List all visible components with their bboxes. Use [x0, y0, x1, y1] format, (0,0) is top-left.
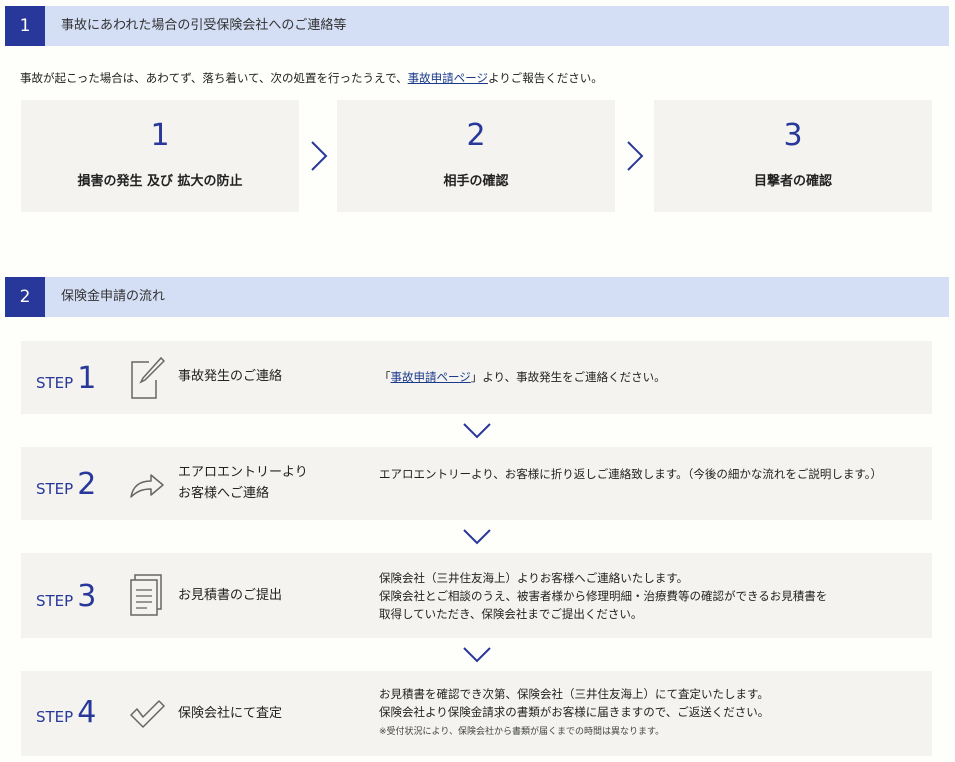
step-title: 事故発生のご連絡 [178, 369, 283, 384]
action-box-2: 2 相手の確認 [337, 100, 615, 212]
step-title: お見積書のご提出 [178, 588, 283, 603]
action-box-3: 3 目撃者の確認 [654, 100, 932, 212]
step-label: STEP 1 [36, 361, 96, 396]
desc-text: 「 [379, 370, 391, 384]
step-number: 3 [77, 579, 97, 614]
desc-line: 取得していただき、保険会社までご提出ください。 [379, 607, 643, 621]
step-number: 2 [77, 467, 97, 502]
step-4: STEP 4 保険会社にて査定 お見積書を確認でき次第、保険会社（三井住友海上）に… [21, 671, 932, 756]
desc-line: 保険会社（三井住友海上）よりお客様へご連絡いたします。 [379, 571, 689, 585]
section-2-number: 2 [5, 277, 45, 317]
step-word: STEP [36, 592, 74, 610]
document-icon [130, 574, 162, 616]
accident-report-link[interactable]: 事故申請ページ [408, 71, 488, 85]
step-title-line: エアロエントリーより [178, 465, 308, 480]
step-note: ※受付状況により、保険会社から書類が届くまでの時間は異なります。 [379, 727, 665, 737]
step-number: 4 [77, 695, 97, 730]
intro-text-before: 事故が起こった場合は、あわてず、落ち着いて、次の処置を行ったうえで、 [20, 71, 408, 85]
chevron-right-icon [627, 141, 644, 171]
intro-text-after: よりご報告ください。 [487, 71, 603, 85]
chevron-down-icon [463, 529, 491, 545]
step-title-line: お客様へご連絡 [178, 486, 270, 501]
section-1-title: 事故にあわれた場合の引受保険会社へのご連絡等 [61, 18, 347, 33]
step-word: STEP [36, 708, 74, 726]
pen-icon [131, 356, 165, 399]
desc-text: 」より、事故発生をご連絡ください。 [470, 370, 666, 384]
reply-arrow-icon [130, 474, 164, 498]
action-box-number: 3 [783, 118, 803, 153]
section-2-title: 保険金申請の流れ [61, 289, 166, 304]
section-1-header: 1 事故にあわれた場合の引受保険会社へのご連絡等 [5, 6, 949, 46]
action-box-label: 相手の確認 [443, 174, 509, 189]
step-label: STEP 3 [36, 579, 96, 614]
step-title: エアロエントリーより お客様へご連絡 [178, 462, 308, 504]
step-description: 保険会社（三井住友海上）よりお客様へご連絡いたします。 保険会社とご相談のうえ、… [379, 569, 909, 623]
step-label: STEP 2 [36, 467, 96, 502]
action-box-number: 2 [466, 118, 486, 153]
desc-line: お見積書を確認でき次第、保険会社（三井住友海上）にて査定いたします。 [379, 687, 769, 701]
step-1: STEP 1 事故発生のご連絡 「事故申請ページ」より、事故発生をご連絡ください。 [21, 341, 932, 414]
step-description: 「事故申請ページ」より、事故発生をご連絡ください。 [379, 368, 909, 386]
desc-line: 保険会社より保険金請求の書類がお客様に届きますので、ご返送ください。 [379, 705, 770, 719]
action-box-1: 1 損害の発生 及び 拡大の防止 [21, 100, 299, 212]
step-3: STEP 3 お見積書のご提出 保険会社（三井住友海上）よりお客様へご連絡いたしま… [21, 553, 932, 638]
section-1-number: 1 [5, 6, 45, 46]
checkmark-icon [130, 700, 165, 728]
step-description: エアロエントリーより、お客様に折り返しご連絡致します。（今後の細かな流れをご説明… [379, 467, 883, 481]
section-2-header: 2 保険金申請の流れ [5, 277, 949, 317]
accident-report-link[interactable]: 事故申請ページ [391, 370, 471, 384]
step-word: STEP [36, 374, 74, 392]
step-number: 1 [77, 361, 97, 396]
chevron-down-icon [463, 647, 491, 663]
desc-line: 保険会社とご相談のうえ、被害者様から修理明細・治療費等の確認ができるお見積書を [379, 589, 828, 603]
step-description: お見積書を確認でき次第、保険会社（三井住友海上）にて査定いたします。 保険会社よ… [379, 685, 909, 741]
step-word: STEP [36, 480, 74, 498]
action-box-label: 損害の発生 及び 拡大の防止 [77, 174, 243, 189]
step-2: STEP 2 エアロエントリーより お客様へご連絡 エアロエントリーより、お客様に… [21, 447, 932, 520]
action-box-number: 1 [150, 118, 170, 153]
chevron-right-icon [311, 141, 328, 171]
chevron-down-icon [463, 423, 491, 439]
action-box-label: 目撃者の確認 [753, 174, 832, 189]
section-1-intro: 事故が起こった場合は、あわてず、落ち着いて、次の処置を行ったうえで、事故申請ペー… [20, 70, 603, 86]
step-label: STEP 4 [36, 695, 96, 730]
step-title: 保険会社にて査定 [178, 706, 283, 721]
